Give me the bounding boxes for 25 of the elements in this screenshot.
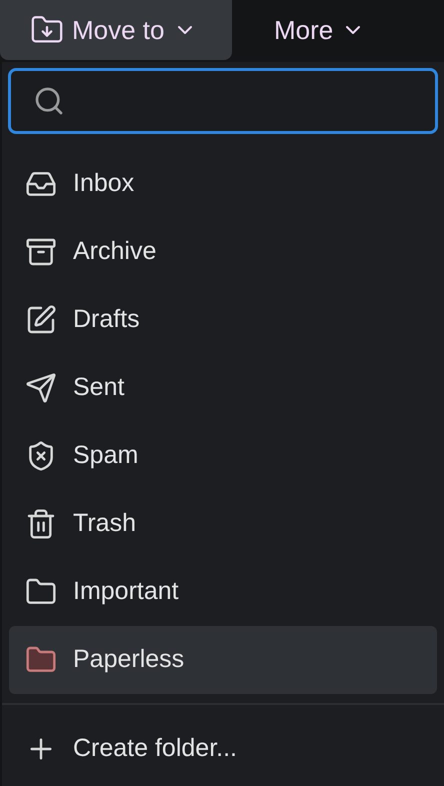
archive-icon: [25, 236, 57, 268]
folder-label: Important: [73, 576, 179, 608]
trash-icon: [25, 508, 57, 540]
folder-item[interactable]: Drafts: [9, 286, 437, 354]
folder-item[interactable]: Sent: [9, 354, 437, 422]
folder-item[interactable]: Paperless: [9, 626, 437, 694]
move-to-button[interactable]: Move to: [0, 0, 232, 60]
folder-item[interactable]: Archive: [9, 218, 437, 286]
search-field[interactable]: [8, 68, 438, 134]
more-button[interactable]: More: [232, 0, 382, 60]
folder-label: Paperless: [73, 644, 184, 676]
folder-label: Archive: [73, 236, 156, 268]
pencil-square-icon: [25, 304, 57, 336]
folder-label: Sent: [73, 372, 124, 404]
folder-item[interactable]: Trash: [9, 490, 437, 558]
paper-plane-icon: [25, 372, 57, 404]
search-icon: [33, 85, 65, 117]
folder-item[interactable]: Important: [9, 558, 437, 626]
folder-item[interactable]: Spam: [9, 422, 437, 490]
folder-label: Trash: [73, 508, 136, 540]
folder-item[interactable]: Inbox: [9, 150, 437, 218]
folder-label: Inbox: [73, 168, 134, 200]
folder-label: Spam: [73, 440, 138, 472]
folder-label: Drafts: [73, 304, 140, 336]
create-folder-item[interactable]: Create folder...: [9, 715, 437, 783]
